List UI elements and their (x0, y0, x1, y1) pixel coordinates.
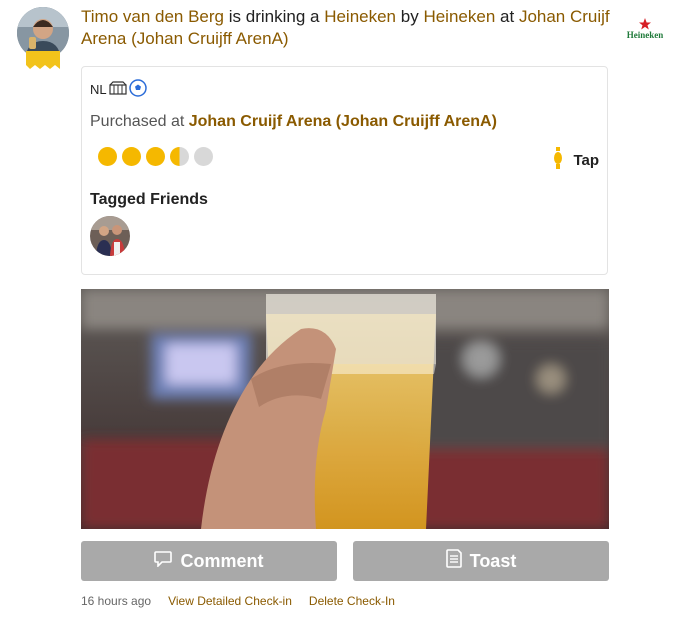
checkin-headline: Timo van den Berg is drinking a Heineken… (81, 6, 611, 50)
checkin-timestamp: 16 hours ago (81, 594, 152, 608)
checkin-details-card: NL Purchased at Johan Cruijf Arena (Joha… (81, 66, 608, 275)
tagged-friend-avatar[interactable] (90, 216, 130, 256)
country-code: NL (90, 82, 107, 97)
rating-cap-icon (122, 147, 141, 166)
purchased-prefix: Purchased at (90, 113, 185, 130)
view-detailed-checkin-link[interactable]: View Detailed Check-in (168, 594, 292, 608)
soccer-ball-icon (128, 79, 147, 100)
tagged-friends-title: Tagged Friends (90, 191, 208, 208)
serving-label: Tap (573, 151, 599, 169)
rating-cap-icon (146, 147, 165, 166)
user-name-link[interactable]: Timo van den Berg (81, 7, 224, 26)
rating-cap-icon (98, 147, 117, 166)
beer-name-link[interactable]: Heineken (324, 7, 396, 26)
beer-logo-text: Heineken (627, 30, 664, 40)
comment-button-label: Comment (180, 550, 264, 571)
checkin-footer: 16 hours ago View Detailed Check-in Dele… (81, 594, 395, 608)
by-text: by (400, 7, 419, 26)
rating-caps (98, 147, 213, 166)
stadium-icon (109, 81, 127, 98)
speech-bubble-icon (154, 550, 173, 572)
purchased-venue-link[interactable]: Johan Cruijf Arena (Johan Cruijff ArenA) (189, 113, 497, 130)
beer-logo[interactable]: Heineken (622, 17, 668, 41)
delete-checkin-link[interactable]: Delete Check-In (309, 594, 395, 608)
tap-icon (553, 147, 563, 173)
rating-cap-icon (170, 147, 189, 166)
toast-icon (445, 549, 462, 573)
toast-button[interactable]: Toast (353, 541, 609, 581)
drinking-text: is drinking a (228, 7, 320, 26)
serving-type: Tap (553, 147, 599, 173)
supporter-badge-icon (26, 51, 60, 71)
purchased-location: Purchased at Johan Cruijf Arena (Johan C… (90, 113, 497, 131)
brewery-name-link[interactable]: Heineken (423, 7, 495, 26)
toast-button-label: Toast (469, 550, 517, 571)
rating-cap-icon (194, 147, 213, 166)
comment-button[interactable]: Comment (81, 541, 337, 581)
checkin-photo[interactable] (81, 289, 609, 529)
badges-row: NL (90, 79, 147, 100)
at-text: at (500, 7, 515, 26)
